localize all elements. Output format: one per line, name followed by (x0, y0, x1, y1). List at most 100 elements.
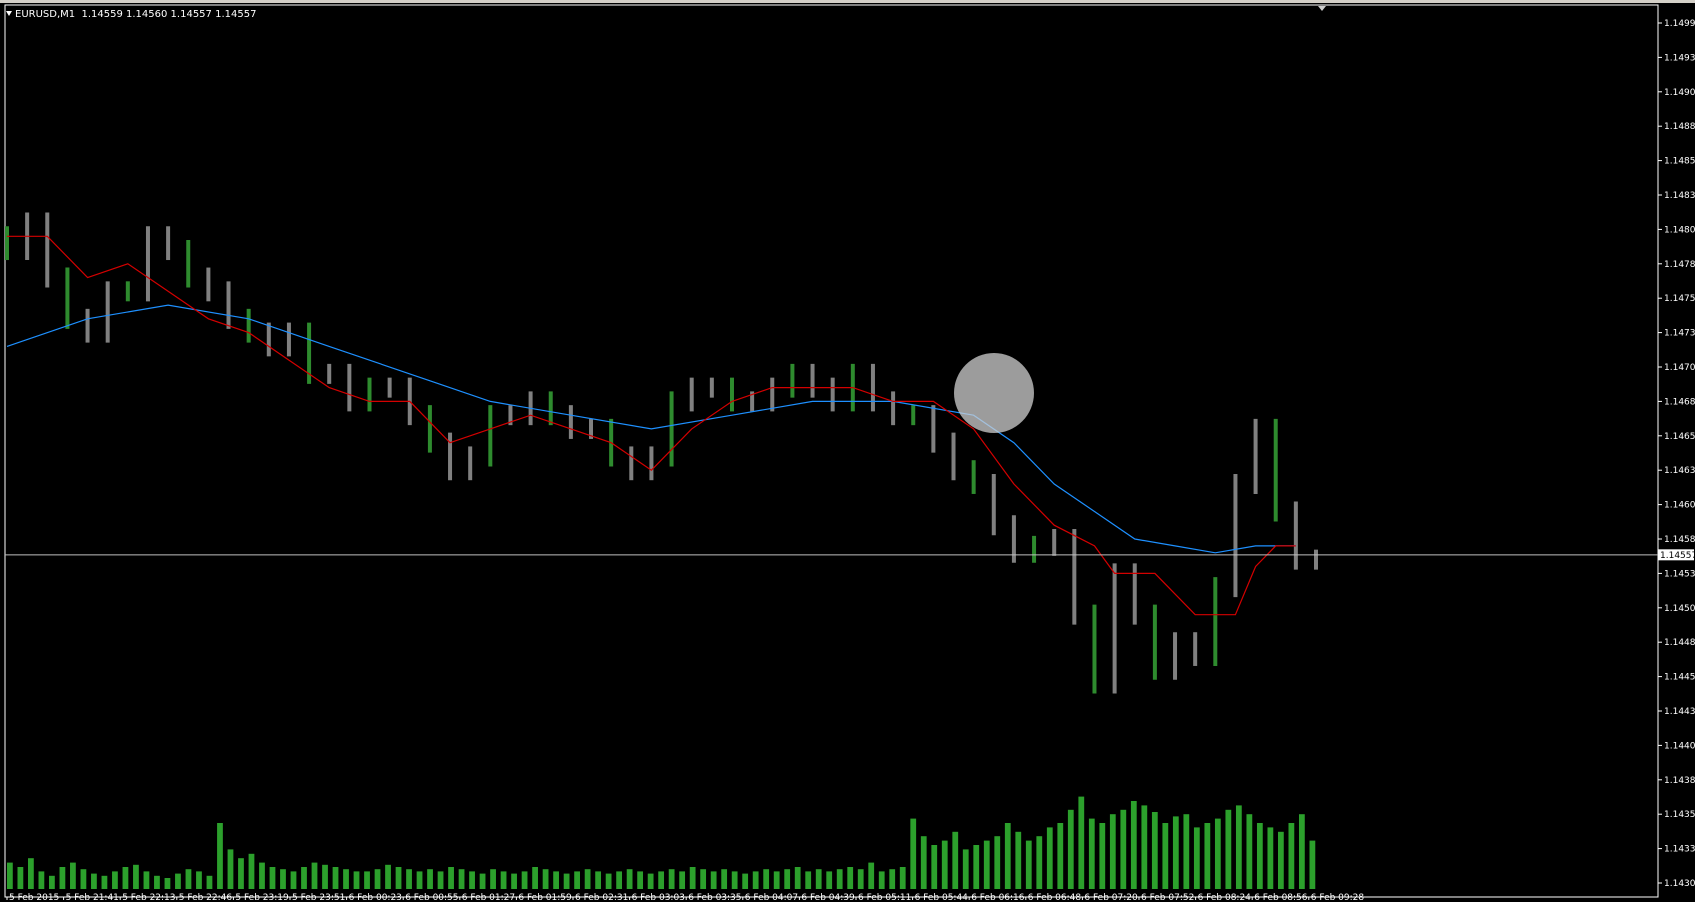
volume-bar (395, 867, 402, 889)
volume-bar (689, 867, 696, 889)
volume-bar (1298, 814, 1305, 889)
time-tick-label: 6 Feb 09:28 (1311, 893, 1365, 902)
chart-shift-marker[interactable] (1318, 6, 1326, 11)
volume-bar (490, 869, 496, 889)
volume-bar (773, 871, 780, 889)
volume-bar (1015, 831, 1022, 889)
ma-fast-line (7, 235, 1296, 616)
volume-bar (542, 869, 549, 889)
volume-bar (206, 875, 213, 889)
volume-bar (38, 871, 45, 889)
volume-bar (332, 867, 339, 889)
volume-bar (1120, 809, 1127, 889)
volume-bar (899, 867, 906, 889)
volume-bar (1057, 823, 1064, 889)
price-axis: 1.14995 1.14930 1.14905 1.14880 1.14855 1.148… (1658, 19, 1695, 889)
price-tick-label: 1.14380 (1664, 776, 1695, 786)
volume-bar (28, 858, 34, 889)
volume-bar (815, 869, 822, 889)
volume-bar (584, 869, 591, 889)
volume-bar (1193, 827, 1200, 889)
volume-bar (794, 867, 801, 889)
time-tick-label: 6 Feb 04:07 (745, 893, 798, 902)
volume-bar (784, 869, 791, 889)
volume-bar (1309, 840, 1316, 889)
time-tick-label: 6 Feb 01:27 (462, 893, 515, 902)
volume-bar (91, 873, 97, 889)
volume-bar (343, 869, 349, 889)
volume-bar (647, 873, 654, 889)
volume-bar (458, 869, 465, 889)
volume-bar (175, 873, 181, 889)
volume-bar (374, 869, 381, 889)
volume-bar (658, 871, 665, 889)
price-tick-label: 1.14730 (1664, 329, 1695, 339)
price-tick-label: 1.14630 (1664, 466, 1695, 476)
time-tick-label: 6 Feb 08:24 (1198, 893, 1252, 902)
dropdown-triangle-icon[interactable] (6, 11, 12, 16)
volume-bar (154, 875, 160, 889)
price-tick-label: 1.14705 (1664, 363, 1695, 373)
volume-bar (679, 871, 686, 889)
volume-bar (1172, 816, 1179, 889)
chart-window[interactable]: 1.14995 1.14930 1.14905 1.14880 1.14855 1.148… (0, 3, 1695, 902)
ohlc-values: 1.14559 1.14560 1.14557 1.14557 (81, 9, 257, 20)
price-tick-label: 1.14430 (1664, 707, 1695, 717)
price-tick-label: 1.14305 (1664, 879, 1695, 889)
volume-bar (112, 871, 118, 889)
volume-bar (1088, 818, 1095, 889)
volume-bar (1235, 805, 1242, 889)
volume-bar (521, 871, 528, 889)
volume-bar (1162, 823, 1169, 889)
chart-canvas[interactable]: 1.14995 1.14930 1.14905 1.14880 1.14855 1.148… (0, 3, 1695, 902)
price-tick-label: 1.14480 (1664, 638, 1695, 648)
volume-bar (710, 871, 717, 889)
volume-bar (7, 862, 13, 889)
time-tick-label: 6 Feb 05:11 (858, 893, 911, 902)
volume-bar (983, 840, 990, 889)
volume-bar (385, 864, 391, 889)
volume-bar (1204, 823, 1211, 889)
volume-bar (427, 869, 433, 889)
price-tick-label: 1.14655 (1664, 432, 1695, 442)
volume-bar (227, 849, 234, 889)
volume-bar (196, 871, 202, 889)
volume-bar (80, 869, 87, 889)
price-tick-label: 1.14780 (1664, 260, 1695, 270)
volume-bar (752, 871, 759, 889)
price-tick-label: 1.14355 (1664, 810, 1695, 820)
plot-border (4, 4, 1659, 898)
volume-bar (626, 869, 633, 889)
volume-bar (889, 869, 896, 889)
volume-bar (469, 871, 475, 889)
volume-bar (500, 871, 507, 889)
volume-bar (280, 869, 286, 889)
volume-bar (637, 871, 644, 889)
volume-bar (164, 878, 171, 889)
volume-bar (731, 871, 738, 889)
volume-bar (941, 840, 948, 889)
time-tick-label: 6 Feb 01:59 (518, 893, 572, 902)
price-tick-label: 1.14880 (1664, 122, 1695, 132)
volume-bar (553, 871, 559, 889)
volume-bar (763, 869, 770, 889)
time-tick-label: 5 Feb 23:19 (235, 893, 289, 902)
time-tick-label: 6 Feb 03:35 (688, 893, 741, 902)
volume-bar (563, 873, 570, 889)
price-tick-label: 1.14995 (1664, 19, 1695, 29)
volume-bar (931, 845, 938, 889)
volume-bar (70, 862, 76, 889)
time-tick-label: 6 Feb 07:20 (1084, 893, 1138, 902)
volume-bar (437, 871, 444, 889)
volume-bar (616, 871, 623, 889)
price-tick-label: 1.14680 (1664, 397, 1695, 407)
volume-bar (479, 873, 486, 889)
volume-bar (1214, 818, 1221, 889)
volume-bar (952, 831, 959, 889)
volume-bar (143, 871, 150, 889)
volume-bar (416, 871, 423, 889)
time-tick-label: 6 Feb 00:23 (349, 893, 402, 902)
volume-bar (511, 873, 517, 889)
volume-bar (1151, 812, 1158, 889)
price-tick-label: 1.14605 (1664, 501, 1695, 511)
